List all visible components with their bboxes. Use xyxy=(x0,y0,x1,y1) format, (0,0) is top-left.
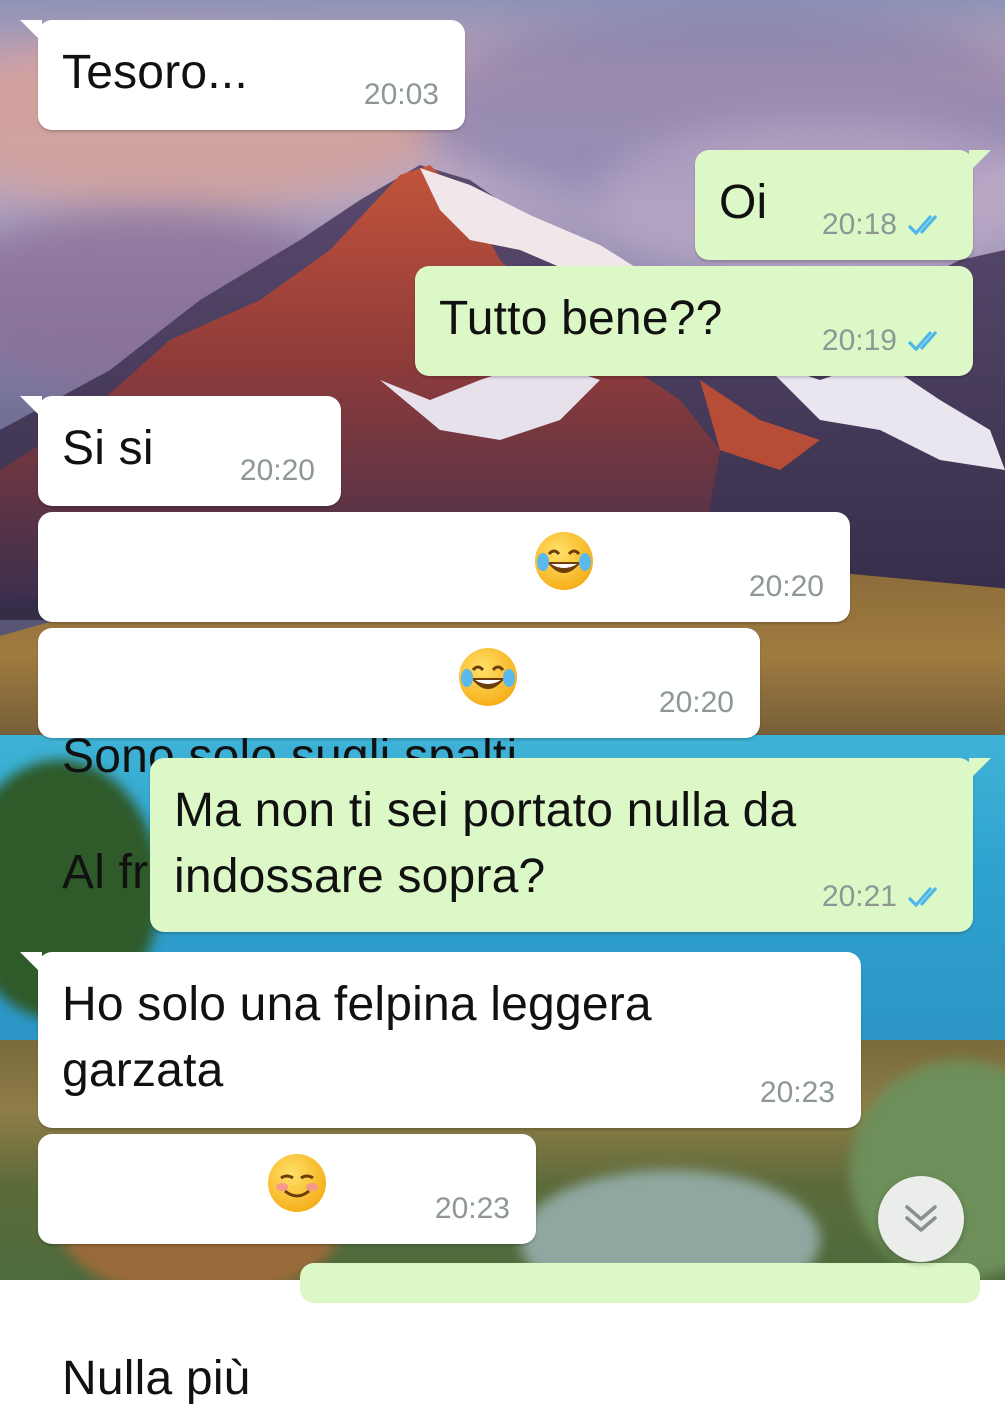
message-bubble-incoming[interactable]: Tesoro... 20:03 xyxy=(20,20,465,130)
message-bubble-outgoing[interactable]: Tutto bene?? 20:19 xyxy=(415,266,973,376)
message-bubble-outgoing[interactable]: Ma non ti sei portato nulla da indossare… xyxy=(150,758,991,932)
tears-of-joy-emoji-icon xyxy=(459,648,518,706)
smiling-face-emoji-icon xyxy=(268,1154,327,1212)
message-time: 20:23 xyxy=(434,1192,510,1225)
double-check-read-icon xyxy=(907,214,938,236)
message-time: 20:20 xyxy=(748,570,824,603)
message-time: 20:21 xyxy=(821,880,897,913)
chat-conversation[interactable]: Tesoro... 20:03 Oi 20:18 Tutto bene?? 20… xyxy=(0,0,1005,1405)
double-chevron-down-icon xyxy=(905,1205,937,1232)
message-time: 20:23 xyxy=(759,1076,835,1109)
message-time: 20:20 xyxy=(658,686,734,719)
message-text: Ma non ti sei portato nulla da indossare… xyxy=(174,784,810,903)
message-bubble-incoming[interactable]: Al freddo perlopiù 20:20 xyxy=(38,628,760,899)
scroll-to-bottom-button[interactable] xyxy=(878,1176,964,1262)
message-time: 20:03 xyxy=(363,78,439,111)
double-check-read-icon xyxy=(907,330,938,352)
message-bubble-outgoing-partial[interactable] xyxy=(300,1263,980,1303)
message-time: 20:20 xyxy=(239,454,315,487)
message-bubble-outgoing[interactable]: Oi 20:18 xyxy=(695,150,991,260)
message-bubble-incoming[interactable]: Sono solo sugli spalti 20:20 xyxy=(38,512,850,783)
double-check-read-icon xyxy=(907,886,938,908)
message-bubble-incoming[interactable]: Ho solo una felpina leggera garzata 20:2… xyxy=(20,952,861,1128)
message-bubble-incoming[interactable]: Nulla più 20:23 xyxy=(38,1134,536,1405)
message-text: Ho solo una felpina leggera garzata xyxy=(62,978,666,1097)
message-time: 20:18 xyxy=(821,208,897,241)
message-time: 20:19 xyxy=(821,324,897,357)
message-bubble-incoming[interactable]: Si si 20:20 xyxy=(20,396,341,506)
tears-of-joy-emoji-icon xyxy=(534,532,593,590)
